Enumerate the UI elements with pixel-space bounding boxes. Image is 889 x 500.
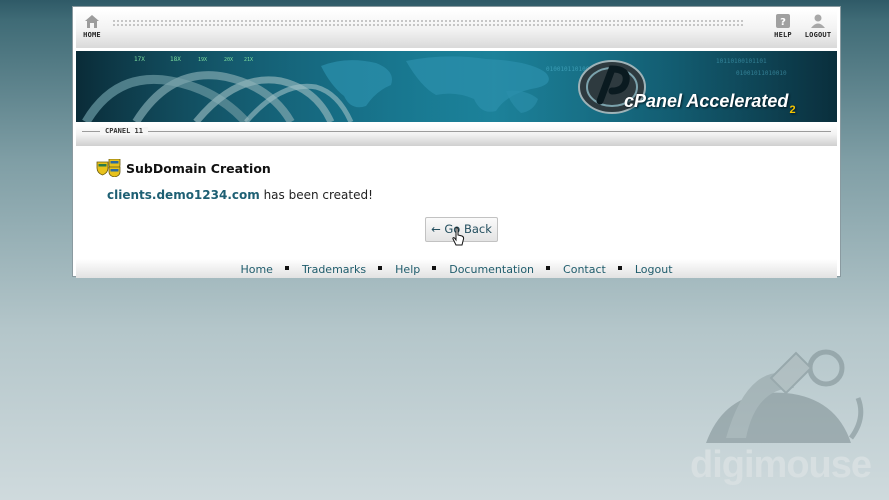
logout-link[interactable]: LOGOUT: [802, 14, 834, 39]
svg-text:01001011010010: 01001011010010: [736, 70, 787, 77]
svg-text:19X: 19X: [198, 57, 207, 63]
footer-separator: [378, 266, 383, 270]
dotted-divider: [112, 19, 743, 27]
brand-name: cPanel Accelerated: [624, 91, 789, 111]
footer-link-help[interactable]: Help: [395, 263, 420, 276]
home-label: HOME: [83, 31, 101, 39]
page-heading: SubDomain Creation: [96, 158, 271, 178]
cpanel-brand: cPanel Accelerated2: [624, 91, 796, 116]
created-domain: clients.demo1234.com: [107, 188, 260, 202]
watermark-text: digimouse: [690, 444, 872, 486]
mouse-cursor-icon: [452, 227, 465, 246]
logout-user-icon: [811, 14, 825, 28]
brand-version: 2: [789, 104, 796, 116]
cpanel-banner: 17X 18X 19X 20X 21X 010010110100 1011010…: [76, 51, 837, 122]
footer-nav: Home Trademarks Help Documentation Contact Lo…: [76, 259, 837, 278]
footer-separator: [617, 266, 622, 270]
svg-text:10110100101101: 10110100101101: [716, 58, 767, 65]
version-divider: [82, 131, 831, 132]
footer-link-home[interactable]: Home: [240, 263, 272, 276]
status-message-text: has been created!: [259, 188, 373, 202]
footer-link-trademarks[interactable]: Trademarks: [302, 263, 366, 276]
svg-text:010010110100: 010010110100: [546, 66, 590, 73]
footer-separator: [432, 266, 437, 270]
help-link[interactable]: ? HELP: [767, 14, 799, 39]
subdomain-icon: [96, 159, 121, 177]
home-icon: [85, 15, 99, 28]
svg-text:20X: 20X: [224, 57, 233, 63]
svg-text:?: ?: [780, 17, 786, 28]
version-bar: CPANEL 11: [76, 124, 837, 146]
help-icon: ?: [776, 14, 790, 28]
page-title: SubDomain Creation: [126, 160, 271, 176]
svg-text:21X: 21X: [244, 57, 253, 63]
version-label: CPANEL 11: [100, 127, 148, 135]
footer-link-logout[interactable]: Logout: [635, 263, 673, 276]
footer-link-contact[interactable]: Contact: [563, 263, 606, 276]
home-link[interactable]: HOME: [76, 14, 108, 39]
logout-label: LOGOUT: [804, 31, 832, 39]
top-nav-bar: HOME ? HELP LOGOUT: [76, 10, 837, 48]
footer-separator: [546, 266, 551, 270]
status-message: clients.demo1234.com has been created!: [107, 188, 373, 202]
svg-text:18X: 18X: [170, 56, 181, 63]
footer-separator: [284, 266, 289, 270]
footer-link-documentation[interactable]: Documentation: [449, 263, 534, 276]
help-label: HELP: [774, 31, 792, 39]
svg-text:17X: 17X: [134, 56, 145, 63]
